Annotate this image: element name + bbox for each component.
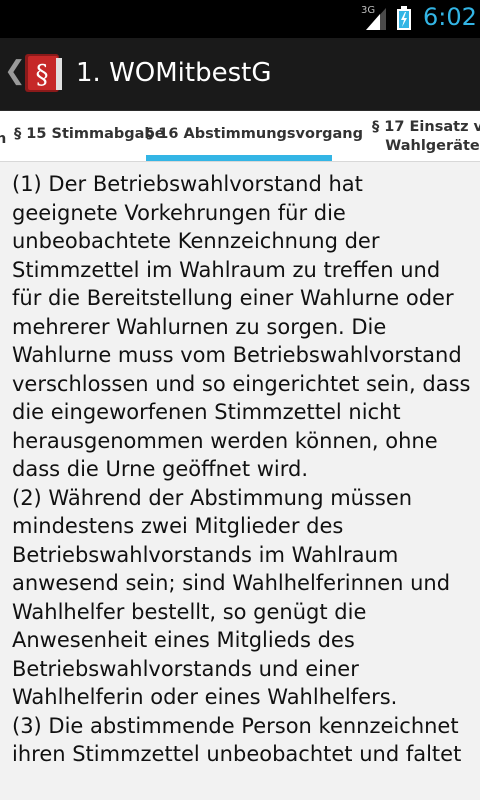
action-bar: ❮ § 1. WOMitbestG: [0, 38, 480, 111]
tab-section-17[interactable]: § 17 Einsatz von Wahlgeräten: [372, 118, 480, 156]
status-bar: 3G 6:02: [0, 0, 480, 38]
tab-section-16[interactable]: § 16 Abstimmungsvorgang: [146, 111, 363, 161]
section-tab-strip: n § 15 Stimmabgabe § 16 Abstimmungsvorga…: [0, 111, 480, 162]
paragraph-2: (2) Während der Abstimmung müssen mindes…: [12, 485, 451, 710]
tab-section-17-label-line1: § 17 Einsatz von: [372, 119, 480, 135]
tab-previous-partial[interactable]: n: [0, 131, 6, 147]
paragraph-3: (3) Die abstimmende Person kennzeichnet …: [12, 713, 462, 767]
selected-tab-indicator: [146, 155, 332, 161]
signal-strength-icon: [366, 8, 386, 30]
paragraph-1: (1) Der Betriebswahlvorstand hat geeigne…: [12, 172, 471, 481]
clock: 6:02: [423, 3, 477, 31]
tab-section-17-label-line2: Wahlgeräten: [385, 138, 480, 154]
paragraph-book-icon[interactable]: §: [22, 52, 66, 94]
law-text: (1) Der Betriebswahlvorstand hat geeigne…: [12, 170, 474, 769]
tab-section-16-label: § 16 Abstimmungsvorgang: [146, 126, 363, 142]
page-title: 1. WOMitbestG: [76, 58, 272, 88]
tab-section-15[interactable]: § 15 Stimmabgabe: [14, 126, 165, 142]
battery-charging-icon: [397, 6, 411, 30]
svg-text:§: §: [36, 60, 49, 90]
